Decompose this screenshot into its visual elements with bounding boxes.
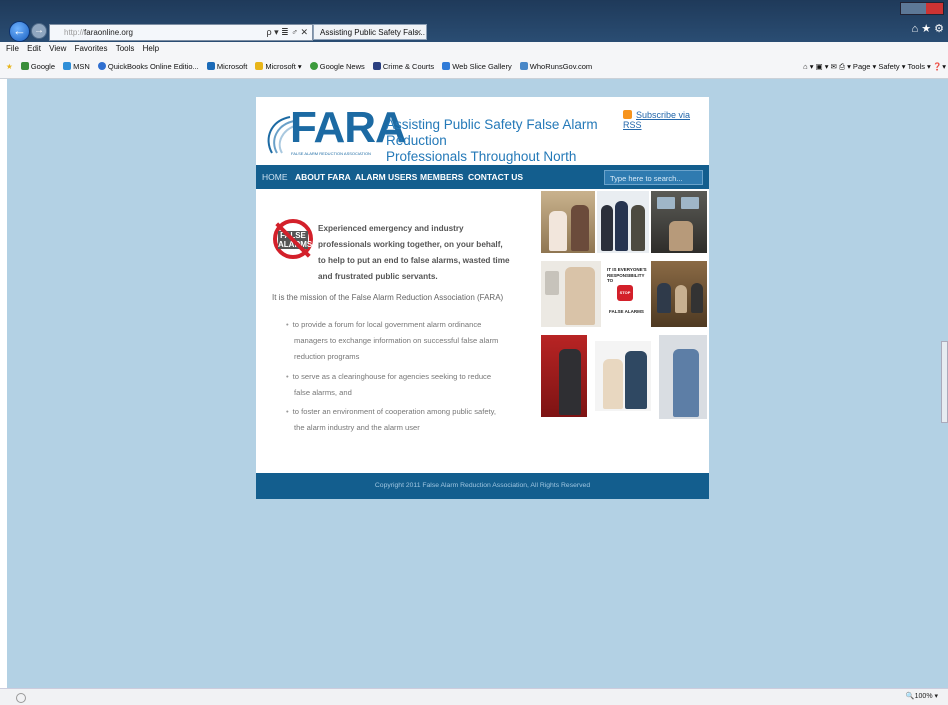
crime-courts-icon bbox=[372, 62, 381, 70]
intro-text: Experienced emergency and industry profe… bbox=[318, 221, 528, 285]
photo-collage: IT IS EVERYONE'S RESPONSIBILITY TO STOP … bbox=[540, 191, 708, 419]
scrollbar-handle[interactable] bbox=[941, 341, 948, 423]
status-bubble-icon bbox=[16, 693, 26, 703]
menu-bar: File Edit View Favorites Tools Help bbox=[0, 42, 948, 56]
subscribe-rss-link[interactable]: Subscribe via RSS bbox=[623, 110, 709, 130]
favorite-microsoft[interactable]: Microsoft bbox=[206, 56, 247, 78]
menu-favorites[interactable]: Favorites bbox=[75, 44, 108, 53]
tagline-line-1: Assisting Public Safety False Alarm Redu… bbox=[386, 117, 598, 148]
back-arrow-icon[interactable]: ← bbox=[9, 21, 30, 42]
stop-sign-icon: STOP bbox=[617, 285, 633, 301]
favorite-quickbooks[interactable]: QuickBooks Online Editio... bbox=[97, 56, 199, 78]
photo-meeting bbox=[651, 261, 707, 327]
intro-line: professionals working together, on your … bbox=[318, 240, 503, 249]
no-false-alarms-icon: FALSE ALARMS bbox=[273, 219, 313, 259]
fara-logo-subtitle: FALSE ALARM REDUCTION ASSOCIATION bbox=[291, 151, 371, 156]
site-footer: Copyright 2011 False Alarm Reduction Ass… bbox=[256, 473, 709, 499]
favorites-bar: ★ Google MSN QuickBooks Online Editio...… bbox=[0, 56, 948, 79]
folder-icon bbox=[255, 62, 264, 70]
url-host: faraonline.org bbox=[84, 28, 133, 37]
browser-tab[interactable]: Assisting Public Safety Fals... ✕ bbox=[313, 24, 427, 40]
favorite-crime-courts[interactable]: Crime & Courts bbox=[372, 56, 434, 78]
bullet-icon: • bbox=[286, 320, 289, 329]
nav-alarm-users[interactable]: ALARM USERS bbox=[355, 165, 417, 189]
mission-statement: It is the mission of the False Alarm Red… bbox=[272, 293, 504, 302]
favorite-whorunsgov[interactable]: WhoRunsGov.com bbox=[519, 56, 592, 78]
nav-about-fara[interactable]: ABOUT FARA bbox=[295, 165, 351, 189]
nav-contact-us[interactable]: CONTACT US bbox=[468, 165, 523, 189]
list-item: • to foster an environment of cooperation… bbox=[286, 407, 496, 433]
address-bar[interactable]: http://faraonline.org ρ ▾ ≣ ♂ ✕ bbox=[49, 24, 313, 41]
google-news-icon bbox=[309, 62, 318, 70]
photo-first-responders bbox=[597, 191, 649, 253]
photo-alarm-keypad bbox=[541, 261, 601, 327]
bullet-icon: • bbox=[286, 407, 289, 417]
msn-icon bbox=[63, 62, 72, 70]
favorite-web-slice-gallery[interactable]: Web Slice Gallery bbox=[442, 56, 512, 78]
favorite-microsoft-folder[interactable]: Microsoft ▾ bbox=[255, 56, 302, 78]
favorites-star-icon[interactable]: ★ bbox=[6, 56, 13, 78]
favorite-google-news[interactable]: Google News bbox=[309, 56, 365, 78]
status-bar: 🔍100% ▾ bbox=[0, 688, 948, 705]
mission-bullets: • to provide a forum for local government… bbox=[286, 317, 526, 439]
favorite-google[interactable]: Google bbox=[20, 56, 55, 78]
tab-close-icon[interactable]: ✕ bbox=[415, 25, 422, 41]
home-favorites-tools-icons[interactable]: ⌂ ★ ⚙ bbox=[912, 22, 944, 35]
google-icon bbox=[20, 62, 29, 70]
zoom-level[interactable]: 🔍100% ▾ bbox=[906, 689, 938, 705]
menu-help[interactable]: Help bbox=[143, 44, 159, 53]
main-content: FALSE ALARMS Experienced emergency and i… bbox=[256, 189, 709, 473]
intro-line: and frustrated public servants. bbox=[318, 272, 438, 281]
photo-worker-red-wall bbox=[541, 335, 587, 417]
nav-home[interactable]: HOME bbox=[262, 165, 288, 189]
list-item: • to serve as a clearinghouse for agencie… bbox=[286, 371, 492, 397]
rss-icon bbox=[623, 110, 632, 119]
microsoft-icon bbox=[206, 62, 215, 70]
forward-arrow-icon[interactable]: → bbox=[31, 23, 47, 39]
intro-line: Experienced emergency and industry bbox=[318, 224, 464, 233]
photo-technician bbox=[659, 335, 707, 419]
web-slice-icon bbox=[442, 62, 451, 70]
favorite-msn[interactable]: MSN bbox=[63, 56, 90, 78]
command-bar[interactable]: ⌂ ▾ ▣ ▾ ✉ ⎙ ▾ Page ▾ Safety ▾ Tools ▾ ❓▾ bbox=[803, 56, 946, 78]
site-search-input[interactable]: Type here to search... bbox=[604, 170, 703, 185]
menu-edit[interactable]: Edit bbox=[27, 44, 41, 53]
quickbooks-icon bbox=[97, 62, 106, 70]
site-header: FARA FALSE ALARM REDUCTION ASSOCIATION A… bbox=[256, 97, 709, 180]
list-item: • to provide a forum for local government… bbox=[286, 320, 499, 362]
photo-dispatch-office bbox=[541, 191, 595, 253]
photo-call-center bbox=[595, 341, 651, 411]
tab-title: Assisting Public Safety Fals... bbox=[320, 28, 425, 37]
bullet-icon: • bbox=[286, 371, 289, 381]
menu-file[interactable]: File bbox=[6, 44, 19, 53]
whorunsgov-icon bbox=[519, 62, 528, 70]
intro-line: to help to put an end to false alarms, w… bbox=[318, 256, 510, 265]
window-controls[interactable] bbox=[900, 2, 944, 15]
menu-view[interactable]: View bbox=[49, 44, 66, 53]
stop-false-alarms-poster: IT IS EVERYONE'S RESPONSIBILITY TO STOP … bbox=[603, 261, 649, 327]
address-bar-icons[interactable]: ρ ▾ ≣ ♂ ✕ bbox=[267, 25, 308, 40]
browser-titlebar: ← → http://faraonline.org ρ ▾ ≣ ♂ ✕ Assi… bbox=[0, 0, 948, 42]
menu-tools[interactable]: Tools bbox=[116, 44, 135, 53]
photo-control-room bbox=[651, 191, 707, 253]
fara-page: FARA FALSE ALARM REDUCTION ASSOCIATION A… bbox=[256, 97, 709, 499]
nav-members[interactable]: MEMBERS bbox=[420, 165, 463, 189]
url-protocol: http:// bbox=[64, 28, 85, 37]
